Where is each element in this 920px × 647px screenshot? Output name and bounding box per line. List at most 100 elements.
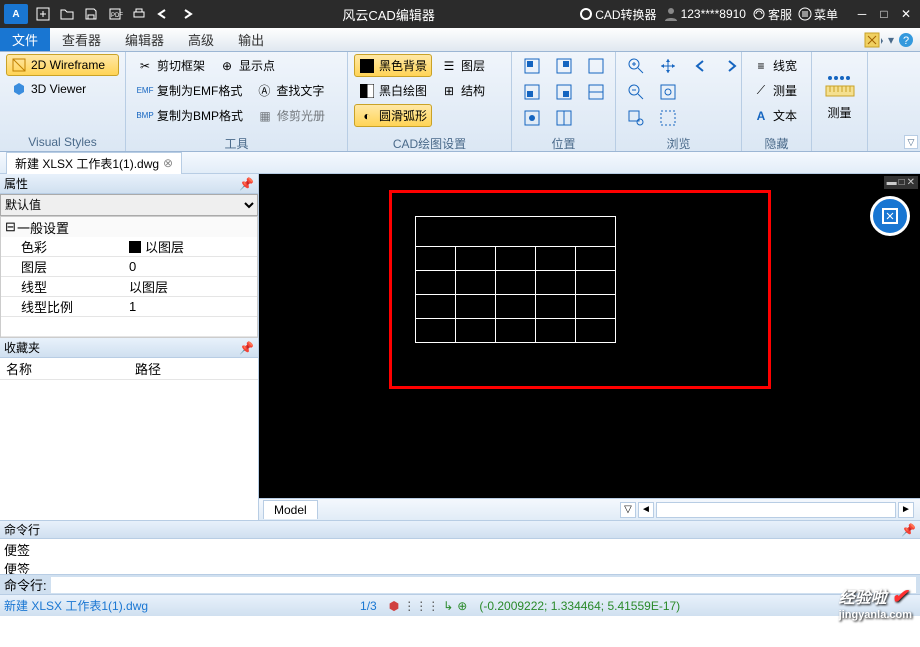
viewport-controls[interactable]: ▬ □ ✕ — [884, 176, 918, 189]
linewidth-button[interactable]: ≡线宽 — [748, 54, 805, 77]
cube-icon — [11, 81, 27, 97]
favorites-list — [0, 380, 258, 520]
ribbon-group-position: 位置 — [512, 52, 616, 151]
scroll-left-icon[interactable]: ◄ — [638, 502, 654, 518]
smooth-arc-button[interactable]: ◐圆滑弧形 — [354, 104, 432, 127]
find-text-button[interactable]: Ⓐ查找文字 — [251, 79, 329, 102]
grid-icon[interactable]: ⋮⋮⋮ — [403, 599, 439, 613]
menu-tab-output[interactable]: 输出 — [226, 28, 276, 51]
ribbon-group-tools: ✂剪切框架 ⊕显示点 EMF复制为EMF格式 Ⓐ查找文字 BMP复制为BMP格式… — [126, 52, 348, 151]
pin-icon[interactable]: 📌 — [239, 177, 254, 191]
pin-icon[interactable]: 📌 — [239, 341, 254, 355]
maximize-button[interactable]: □ — [874, 4, 894, 24]
measure-button[interactable]: ⟋测量 — [748, 79, 805, 102]
pin-icon[interactable]: 📌 — [901, 523, 916, 537]
quick-access-toolbar: PDF — [32, 3, 198, 25]
document-tab[interactable]: 新建 XLSX 工作表1(1).dwg ⊗ — [6, 152, 182, 174]
help-icon[interactable]: ? — [898, 32, 914, 48]
show-point-button[interactable]: ⊕显示点 — [214, 54, 280, 77]
pos-btn-2[interactable] — [550, 54, 578, 78]
prop-row-linetype[interactable]: 线型 以图层 — [1, 277, 257, 297]
prop-row-ltscale[interactable]: 线型比例 1 — [1, 297, 257, 317]
export-icon[interactable]: PDF — [104, 3, 126, 25]
clip-frame-button[interactable]: ✂剪切框架 — [132, 54, 210, 77]
col-name[interactable]: 名称 — [0, 359, 129, 378]
structure-button[interactable]: ⊞结构 — [436, 79, 490, 102]
properties-header: 属性 📌 — [0, 174, 258, 194]
bw-draw-button[interactable]: 黑白绘图 — [354, 79, 432, 102]
snap-icon[interactable]: ⬢ — [389, 599, 399, 613]
pos-btn-8[interactable] — [550, 106, 578, 130]
minimize-button[interactable]: ─ — [852, 4, 872, 24]
vp-close-icon[interactable]: ✕ — [907, 177, 915, 188]
open-icon[interactable] — [56, 3, 78, 25]
pos-btn-6[interactable] — [582, 80, 610, 104]
support-button[interactable]: 客服 — [752, 6, 792, 23]
pos-btn-1[interactable] — [518, 54, 546, 78]
scroll-dropdown-icon[interactable]: ▽ — [620, 502, 636, 518]
layout-tabs: Model ▽ ◄ ► — [259, 498, 920, 520]
command-prompt: 命令行: — [4, 575, 47, 594]
properties-default-select[interactable]: 默认值 — [0, 194, 258, 216]
close-tab-icon[interactable]: ⊗ — [163, 156, 173, 170]
status-file: 新建 XLSX 工作表1(1).dwg — [4, 597, 148, 614]
col-path[interactable]: 路径 — [129, 359, 258, 378]
properties-panel: 默认值 ⊟ 一般设置 色彩 以图层 图层 0 线型 以图层 — [0, 194, 258, 338]
prop-row-color[interactable]: 色彩 以图层 — [1, 237, 257, 257]
vp-max-icon[interactable]: □ — [899, 177, 905, 188]
zoom-extents-button[interactable] — [654, 106, 682, 130]
undo-icon[interactable] — [152, 3, 174, 25]
ruler-big-icon — [824, 68, 856, 100]
black-bg-button[interactable]: 黑色背景 — [354, 54, 432, 77]
favorites-header: 收藏夹 📌 — [0, 338, 258, 358]
zoom-out-button[interactable] — [622, 80, 650, 104]
converter-button[interactable]: CAD转换器 — [579, 6, 656, 23]
menu-tab-viewer[interactable]: 查看器 — [50, 28, 113, 51]
zoom-in-button[interactable] — [622, 54, 650, 78]
prev-button[interactable] — [686, 54, 714, 78]
pos-btn-7[interactable] — [518, 106, 546, 130]
ortho-icon[interactable]: ↳ — [443, 599, 453, 613]
pos-btn-3[interactable] — [582, 54, 610, 78]
new-icon[interactable] — [32, 3, 54, 25]
style-dropdown-icon[interactable] — [864, 32, 884, 48]
copy-emf-button[interactable]: EMF复制为EMF格式 — [132, 79, 247, 102]
pos-btn-4[interactable] — [518, 80, 546, 104]
command-input[interactable] — [51, 577, 916, 593]
scroll-right-icon[interactable]: ► — [898, 502, 914, 518]
trim-album-button[interactable]: ▦修剪光册 — [252, 104, 330, 127]
redo-icon[interactable] — [176, 3, 198, 25]
menu-tab-advanced[interactable]: 高级 — [176, 28, 226, 51]
ribbon-group-browse: 浏览 — [616, 52, 742, 151]
viewer-3d-button[interactable]: 3D Viewer — [6, 78, 119, 100]
pan-button[interactable] — [654, 54, 682, 78]
wireframe-2d-button[interactable]: 2D Wireframe — [6, 54, 119, 76]
properties-section[interactable]: ⊟ 一般设置 — [1, 217, 257, 237]
layers-button[interactable]: ☰图层 — [436, 54, 490, 77]
group-label: 位置 — [518, 135, 609, 151]
save-icon[interactable] — [80, 3, 102, 25]
ribbon-expand-button[interactable]: ▽ — [904, 135, 918, 149]
measure-big-button[interactable]: 测量 — [819, 65, 861, 125]
zoom-fit-button[interactable] — [654, 80, 682, 104]
pos-btn-5[interactable] — [550, 80, 578, 104]
vp-min-icon[interactable]: ▬ — [887, 177, 897, 188]
scroll-track[interactable] — [656, 502, 896, 518]
help-expand-icon[interactable]: ▾ — [888, 33, 894, 47]
copy-bmp-button[interactable]: BMP复制为BMP格式 — [132, 104, 248, 127]
help-bubble-icon[interactable] — [870, 196, 910, 236]
text-search-icon: Ⓐ — [256, 83, 272, 99]
prop-row-layer[interactable]: 图层 0 — [1, 257, 257, 277]
polar-icon[interactable]: ⊕ — [457, 599, 467, 613]
print-icon[interactable] — [128, 3, 150, 25]
collapse-icon[interactable]: ⊟ — [5, 219, 17, 235]
user-account[interactable]: 123****8910 — [663, 6, 746, 22]
close-button[interactable]: ✕ — [896, 4, 916, 24]
text-button[interactable]: A文本 — [748, 104, 805, 127]
model-tab[interactable]: Model — [263, 500, 318, 519]
menu-button[interactable]: 菜单 — [798, 6, 838, 23]
zoom-window-button[interactable] — [622, 106, 650, 130]
menu-tab-editor[interactable]: 编辑器 — [113, 28, 176, 51]
drawing-canvas[interactable]: ▬ □ ✕ — [259, 174, 920, 498]
menu-tab-file[interactable]: 文件 — [0, 28, 50, 51]
